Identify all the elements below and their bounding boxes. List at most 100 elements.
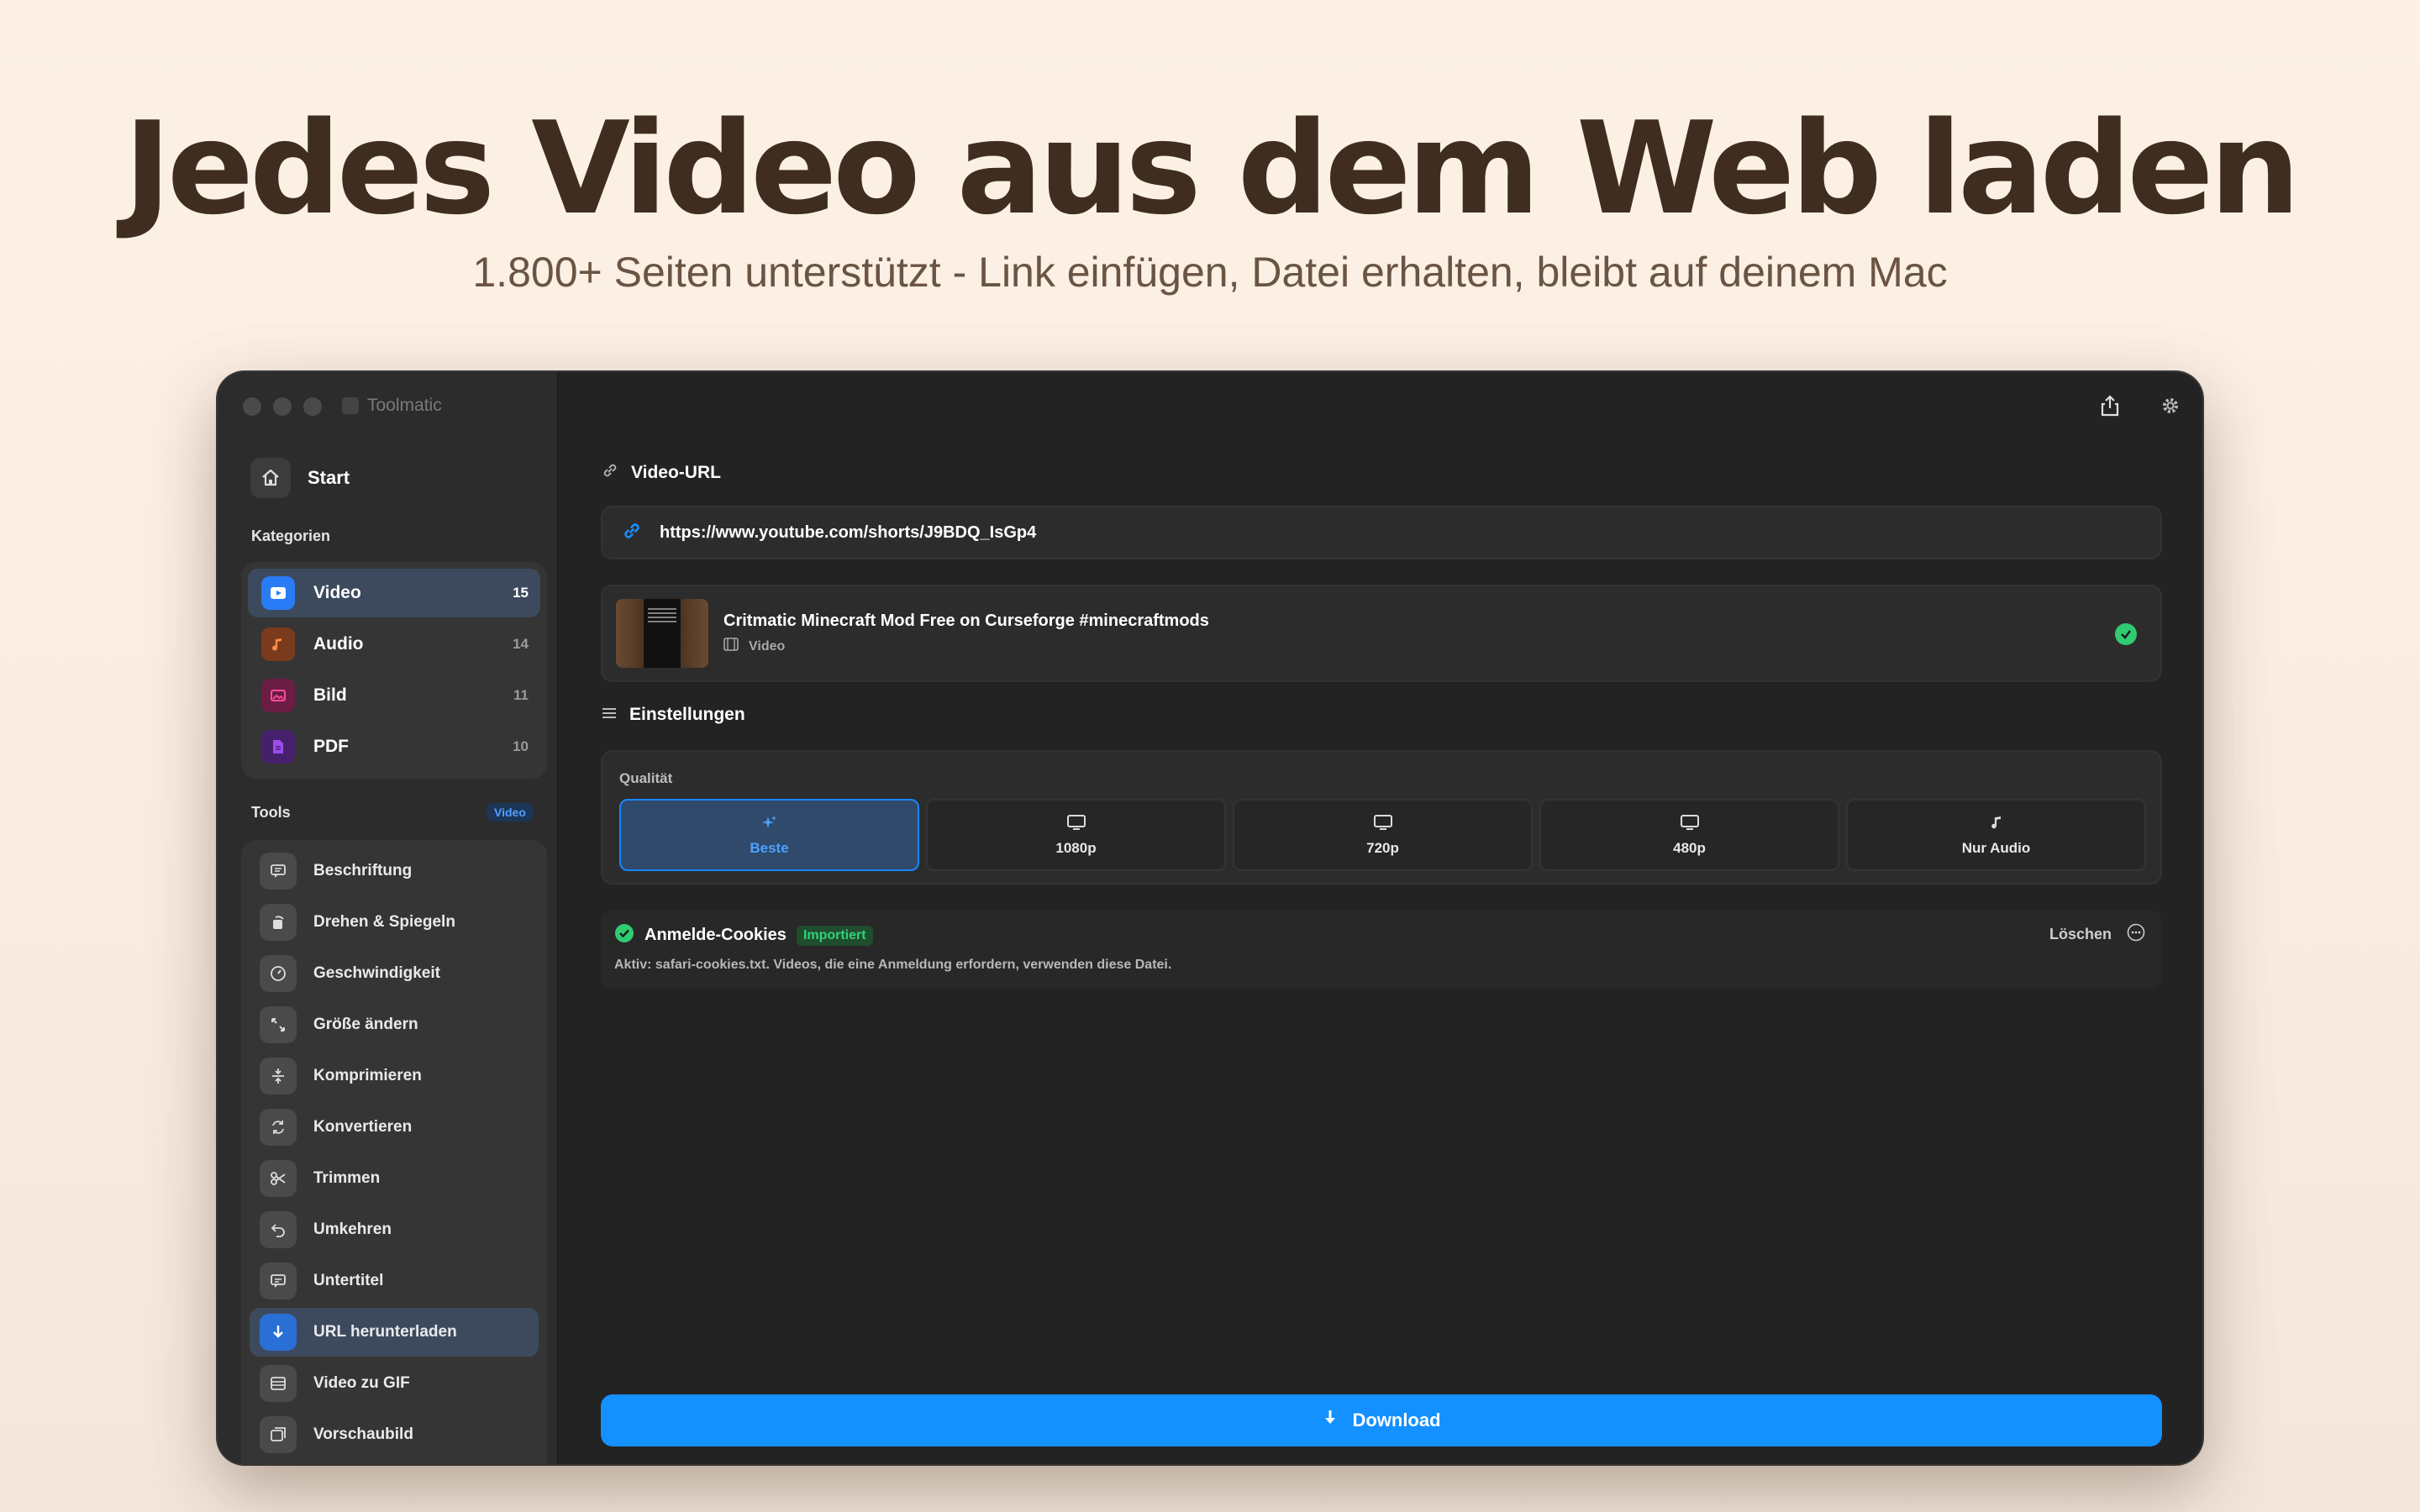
- download-arrow-icon: [1322, 1409, 1339, 1432]
- sidebar-item-audio[interactable]: Audio 14: [248, 620, 540, 669]
- tool-label: Vorschaubild: [313, 1425, 413, 1443]
- image-icon: [261, 679, 295, 712]
- download-button[interactable]: Download: [601, 1394, 2162, 1446]
- category-label: PDF: [313, 737, 349, 756]
- tool-label: Untertitel: [313, 1272, 384, 1289]
- film-icon: [723, 638, 739, 655]
- speedometer-icon: [260, 955, 297, 992]
- convert-icon: [260, 1109, 297, 1146]
- home-icon: [250, 458, 291, 498]
- video-thumbnail: [616, 599, 708, 668]
- quality-label: Qualität: [619, 770, 673, 786]
- window-controls: [243, 397, 322, 416]
- tool-item-trimmen[interactable]: Trimmen: [250, 1154, 539, 1203]
- resize-icon: [260, 1006, 297, 1043]
- tool-item-konvertieren[interactable]: Konvertieren: [250, 1103, 539, 1152]
- settings-label: Einstellungen: [629, 705, 745, 724]
- category-label: Video: [313, 583, 361, 602]
- quality-option-720p[interactable]: 720p: [1233, 799, 1533, 871]
- quality-option-label: 1080p: [1055, 839, 1097, 856]
- download-label: Download: [1352, 1410, 1441, 1431]
- sidebar: Toolmatic Start Kategorien Video 15 Audi…: [218, 372, 559, 1464]
- more-options-icon[interactable]: [2127, 923, 2145, 946]
- sparkle-icon: [761, 814, 778, 835]
- category-count: 11: [513, 687, 529, 703]
- tool-item-untertitel[interactable]: Untertitel: [250, 1257, 539, 1305]
- caption-icon: [260, 853, 297, 890]
- categories-heading: Kategorien: [251, 528, 331, 544]
- close-window-button[interactable]: [243, 397, 261, 416]
- delete-cookies-button[interactable]: Löschen: [2049, 926, 2112, 943]
- subtitle-icon: [260, 1263, 297, 1299]
- video-url-heading: Video-URL: [601, 461, 721, 485]
- tools-filter-badge: Video: [487, 803, 534, 822]
- tool-item-umkehren[interactable]: Umkehren: [250, 1205, 539, 1254]
- monitor-icon: [1066, 814, 1086, 835]
- tool-label: Trimmen: [313, 1169, 381, 1187]
- sidebar-item-pdf[interactable]: PDF 10: [248, 722, 540, 771]
- reverse-icon: [260, 1211, 297, 1248]
- tool-item-vorschaubild[interactable]: Vorschaubild: [250, 1410, 539, 1459]
- sidebar-item-label: Start: [308, 467, 350, 488]
- rotate-icon: [260, 904, 297, 941]
- tool-label: Umkehren: [313, 1221, 392, 1238]
- quality-option-480p[interactable]: 480p: [1539, 799, 1839, 871]
- cookies-panel: Anmelde-Cookies Importiert Aktiv: safari…: [601, 910, 2162, 989]
- settings-heading: Einstellungen: [601, 705, 745, 725]
- quality-option-1080p[interactable]: 1080p: [926, 799, 1226, 871]
- category-list: Video 15 Audio 14 Bild 11 PDF 10: [241, 562, 547, 779]
- status-badge: Importiert: [796, 925, 873, 946]
- category-count: 15: [513, 585, 529, 601]
- tool-item-komprimieren[interactable]: Komprimieren: [250, 1052, 539, 1100]
- category-label: Bild: [313, 685, 347, 705]
- quality-panel: Qualität Beste 1080p 720p 480p Nur Audio: [601, 750, 2162, 885]
- film-icon: [260, 1365, 297, 1402]
- tool-item-beschriftung[interactable]: Beschriftung: [250, 847, 539, 895]
- tool-list: Beschriftung Drehen & Spiegeln Geschwind…: [241, 840, 547, 1464]
- tool-label: Konvertieren: [313, 1118, 413, 1136]
- tool-label: Größe ändern: [313, 1016, 418, 1033]
- cookies-actions: Löschen: [2049, 923, 2145, 946]
- tool-item-url-herunterladen[interactable]: URL herunterladen: [250, 1308, 539, 1357]
- monitor-icon: [1680, 814, 1700, 835]
- tool-label: URL herunterladen: [313, 1323, 457, 1341]
- url-input[interactable]: [660, 522, 2142, 543]
- tool-label: Video zu GIF: [313, 1374, 410, 1392]
- main-panel: Video-URL Critmatic Minecraft Mod Free o…: [559, 372, 2202, 1464]
- media-type: Video: [723, 638, 1209, 655]
- tool-label: Beschriftung: [313, 862, 413, 879]
- cookies-header: Anmelde-Cookies Importiert: [614, 923, 873, 948]
- hero-subtitle: 1.800+ Seiten unterstützt - Link einfüge…: [472, 249, 1948, 296]
- download-arrow-icon: [260, 1314, 297, 1351]
- thumbnail-icon: [260, 1416, 297, 1453]
- quality-option-beste[interactable]: Beste: [619, 799, 919, 871]
- music-note-icon: [261, 627, 295, 661]
- url-input-container[interactable]: [601, 506, 2162, 559]
- minimize-window-button[interactable]: [273, 397, 292, 416]
- sidebar-item-bild[interactable]: Bild 11: [248, 671, 540, 720]
- checkmark-icon: [2115, 623, 2137, 645]
- tool-item-drehen[interactable]: Drehen & Spiegeln: [250, 898, 539, 947]
- app-logo-icon: [342, 397, 359, 414]
- link-icon: [601, 461, 619, 485]
- cookies-description: Aktiv: safari-cookies.txt. Videos, die e…: [614, 958, 1172, 972]
- compress-icon: [260, 1058, 297, 1095]
- sidebar-item-start[interactable]: Start: [250, 458, 350, 498]
- tool-item-groesse[interactable]: Größe ändern: [250, 1000, 539, 1049]
- media-info: Critmatic Minecraft Mod Free on Cursefor…: [723, 612, 1209, 655]
- checkmark-icon: [614, 923, 634, 948]
- tools-heading: Tools: [251, 804, 291, 821]
- monitor-icon: [1373, 814, 1393, 835]
- sidebar-item-video[interactable]: Video 15: [248, 569, 540, 617]
- tool-label: Drehen & Spiegeln: [313, 913, 455, 931]
- zoom-window-button[interactable]: [303, 397, 322, 416]
- quality-option-nur-audio[interactable]: Nur Audio: [1846, 799, 2146, 871]
- tool-label: Komprimieren: [313, 1067, 422, 1084]
- hero-title: Jedes Video aus dem Web laden: [124, 94, 2300, 243]
- tool-item-video-zu-gif[interactable]: Video zu GIF: [250, 1359, 539, 1408]
- quality-option-label: Nur Audio: [1961, 839, 2031, 856]
- media-type-label: Video: [749, 638, 786, 654]
- app-window: Toolmatic Start Kategorien Video 15 Audi…: [218, 372, 2202, 1464]
- tool-item-geschwindigkeit[interactable]: Geschwindigkeit: [250, 949, 539, 998]
- scissors-icon: [260, 1160, 297, 1197]
